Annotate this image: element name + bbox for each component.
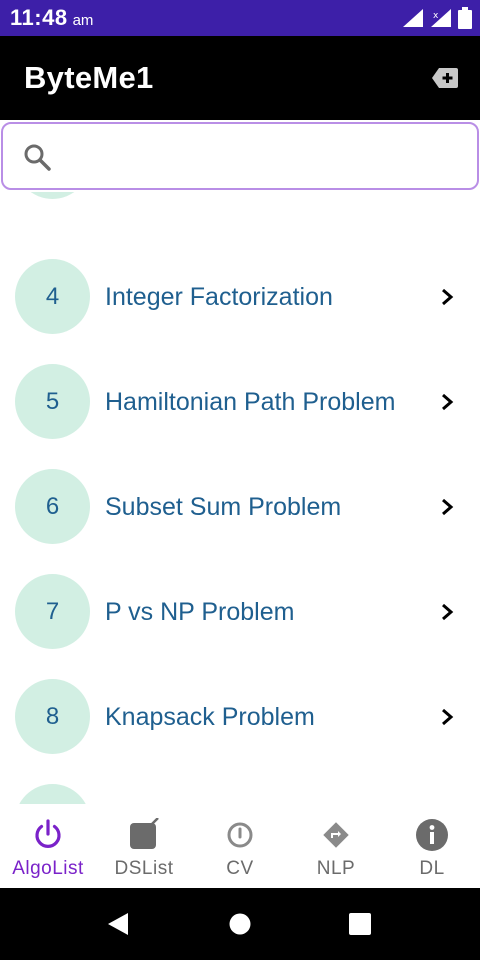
algorithm-list: 3 4 Integer Factorization 5 Hamiltonian … bbox=[0, 192, 480, 804]
item-label: P vs NP Problem bbox=[105, 598, 295, 626]
nav-label: AlgoList bbox=[12, 858, 84, 879]
item-number-badge: 7 bbox=[15, 574, 90, 649]
status-icons: x bbox=[402, 7, 472, 29]
search-input[interactable] bbox=[65, 134, 465, 178]
status-ampm: am bbox=[72, 11, 94, 29]
back-icon[interactable] bbox=[106, 912, 130, 936]
notepad-icon bbox=[130, 818, 159, 849]
item-number: 8 bbox=[45, 702, 60, 730]
add-tag-icon[interactable] bbox=[432, 66, 458, 90]
nav-item-algolist[interactable]: AlgoList bbox=[0, 804, 96, 888]
item-number: 7 bbox=[45, 597, 60, 625]
nav-item-dl[interactable]: DL bbox=[384, 804, 480, 888]
nav-item-nlp[interactable]: NLP bbox=[288, 804, 384, 888]
item-number: 5 bbox=[45, 387, 60, 415]
directions-icon bbox=[323, 822, 349, 848]
chevron-right-icon bbox=[442, 498, 454, 516]
status-time: 11:48 bbox=[10, 5, 68, 30]
chevron-right-icon bbox=[442, 603, 454, 621]
item-number-badge: 3 bbox=[15, 192, 90, 199]
item-number: 6 bbox=[45, 492, 60, 520]
item-number-badge: 6 bbox=[15, 469, 90, 544]
nav-item-dslist[interactable]: DSList bbox=[96, 804, 192, 888]
item-number-badge: 5 bbox=[15, 364, 90, 439]
bottom-navigation: AlgoList DSList CV NLP DL bbox=[0, 804, 480, 888]
item-number-badge: 9 bbox=[15, 784, 90, 804]
item-label: Knapsack Problem bbox=[105, 703, 315, 731]
home-icon[interactable] bbox=[229, 912, 251, 936]
list-item[interactable]: 9 bbox=[0, 784, 480, 804]
list-item[interactable]: 6 Subset Sum Problem bbox=[0, 469, 480, 574]
nav-label: NLP bbox=[316, 858, 356, 879]
list-item[interactable]: 5 Hamiltonian Path Problem bbox=[0, 364, 480, 469]
search-icon bbox=[24, 144, 51, 171]
list-item[interactable]: 7 P vs NP Problem bbox=[0, 574, 480, 679]
list-item[interactable]: 8 Knapsack Problem bbox=[0, 679, 480, 784]
power-icon bbox=[35, 819, 61, 848]
item-number-badge: 8 bbox=[15, 679, 90, 754]
signal-icon bbox=[403, 9, 423, 27]
item-label: Hamiltonian Path Problem bbox=[105, 388, 396, 416]
list-item[interactable]: 3 bbox=[0, 192, 480, 229]
nav-label: DL bbox=[419, 858, 445, 879]
item-number-badge: 4 bbox=[15, 259, 90, 334]
battery-icon bbox=[458, 7, 472, 29]
chevron-right-icon bbox=[442, 708, 454, 726]
chevron-right-icon bbox=[442, 393, 454, 411]
info-icon bbox=[416, 819, 448, 851]
app-bar: ByteMe1 bbox=[0, 36, 480, 120]
list-item[interactable]: 4 Integer Factorization bbox=[0, 259, 480, 364]
nav-label: CV bbox=[226, 858, 254, 879]
svg-text:x: x bbox=[433, 11, 439, 21]
nav-label: DSList bbox=[114, 858, 174, 879]
nav-item-cv[interactable]: CV bbox=[192, 804, 288, 888]
item-label: Subset Sum Problem bbox=[105, 493, 342, 521]
item-label: Integer Factorization bbox=[105, 283, 333, 311]
system-navigation-bar bbox=[0, 888, 480, 960]
chevron-right-icon bbox=[442, 288, 454, 306]
signal-x-icon: x bbox=[431, 9, 451, 27]
status-bar: 11:48 am x bbox=[0, 0, 480, 36]
recents-icon[interactable] bbox=[348, 912, 372, 936]
app-title: ByteMe1 bbox=[24, 60, 154, 95]
item-number: 4 bbox=[45, 282, 60, 310]
search-box[interactable] bbox=[1, 122, 479, 190]
circle-power-icon bbox=[227, 822, 253, 848]
